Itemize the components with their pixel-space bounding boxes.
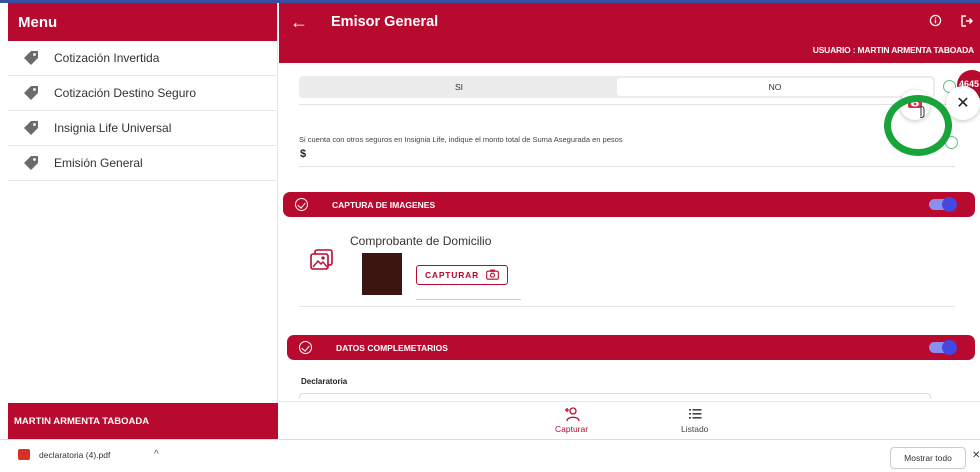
option-yes[interactable]: SI xyxy=(301,78,617,96)
section-datos-complementarios[interactable]: DATOS COMPLEMETARIOS xyxy=(287,335,975,360)
section-check-icon xyxy=(299,341,312,354)
top-actions xyxy=(929,14,980,31)
declaratoria-label: Declaratoria xyxy=(301,377,348,386)
app-window: Menu Cotización Invertida Cotización Des… xyxy=(0,0,980,472)
highlight-circle xyxy=(884,95,952,156)
tag-icon xyxy=(8,120,54,136)
divider xyxy=(299,306,955,307)
image-gallery-icon xyxy=(309,247,335,278)
chevron-up-icon[interactable]: ^ xyxy=(154,449,159,460)
section-toggle[interactable] xyxy=(929,197,957,212)
divider xyxy=(299,104,955,105)
main-panel: ← Emisor General USUARIO : MARTIN ARMENT… xyxy=(279,3,980,439)
pdf-file-icon xyxy=(18,449,30,460)
section-check-icon xyxy=(295,198,308,211)
amount-input[interactable]: $ xyxy=(300,148,306,160)
divider xyxy=(299,166,955,167)
menu-item-emision-general[interactable]: Emisión General xyxy=(8,146,278,181)
nav-capturar[interactable]: Capturar xyxy=(555,406,588,434)
back-arrow-icon[interactable]: ← xyxy=(279,12,319,33)
menu-title: Menu xyxy=(8,3,277,41)
download-filename: declaratoria (4).pdf xyxy=(39,449,111,460)
section-toggle[interactable] xyxy=(929,340,957,355)
menu-item-label: Emisión General xyxy=(54,156,143,170)
close-download-bar-icon[interactable]: ✕ xyxy=(972,450,980,461)
info-icon[interactable] xyxy=(929,14,942,31)
show-all-button[interactable]: Mostrar todo xyxy=(890,447,966,469)
capture-button[interactable]: CAPTURAR xyxy=(416,265,508,285)
camera-icon xyxy=(486,269,499,282)
yes-no-selector: SI NO xyxy=(299,76,935,98)
close-icon[interactable]: ✕ xyxy=(946,86,980,120)
menu-item-insignia-life-universal[interactable]: Insignia Life Universal xyxy=(8,111,278,146)
document-label: Comprobante de Domicilio xyxy=(350,234,492,248)
option-no[interactable]: NO xyxy=(617,78,933,96)
capture-button-label: CAPTURAR xyxy=(424,270,480,280)
user-info-bar: USUARIO : MARTIN ARMENTA TABOADA xyxy=(279,41,980,63)
menu-item-label: Cotización Invertida xyxy=(54,51,160,65)
bottom-navigation: Capturar Listado xyxy=(279,401,980,439)
section-title: CAPTURA DE IMAGENES xyxy=(332,199,436,210)
download-item[interactable]: declaratoria (4).pdf xyxy=(18,449,110,460)
menu-item-cotizacion-invertida[interactable]: Cotización Invertida xyxy=(8,41,278,76)
section-title: DATOS COMPLEMETARIOS xyxy=(336,342,448,353)
sum-insured-question: Si cuenta con otros seguros en Insignia … xyxy=(299,135,623,144)
tag-icon xyxy=(8,155,54,171)
add-person-icon xyxy=(564,406,580,424)
menu-footer-user: MARTIN ARMENTA TABOADA xyxy=(8,403,278,439)
tag-icon xyxy=(8,50,54,66)
top-app-bar: ← Emisor General xyxy=(279,3,980,41)
menu-item-label: Cotización Destino Seguro xyxy=(54,86,197,100)
document-thumbnail[interactable] xyxy=(362,253,402,295)
nav-label: Listado xyxy=(681,424,709,434)
nav-listado[interactable]: Listado xyxy=(681,406,708,434)
list-icon xyxy=(687,406,703,424)
divider xyxy=(416,299,521,300)
page-title: Emisor General xyxy=(331,14,439,30)
section-captura-imagenes[interactable]: CAPTURA DE IMAGENES xyxy=(283,192,975,217)
menu-item-label: Insignia Life Universal xyxy=(54,121,172,135)
tag-icon xyxy=(8,85,54,101)
download-bar: declaratoria (4).pdf ^ Mostrar todo ✕ xyxy=(0,439,980,472)
logout-icon[interactable] xyxy=(960,14,974,31)
menu-item-cotizacion-destino-seguro[interactable]: Cotización Destino Seguro xyxy=(8,76,278,111)
declaratoria-field[interactable] xyxy=(299,393,931,399)
nav-label: Capturar xyxy=(555,424,589,434)
sidebar-menu: Menu Cotización Invertida Cotización Des… xyxy=(8,3,278,439)
